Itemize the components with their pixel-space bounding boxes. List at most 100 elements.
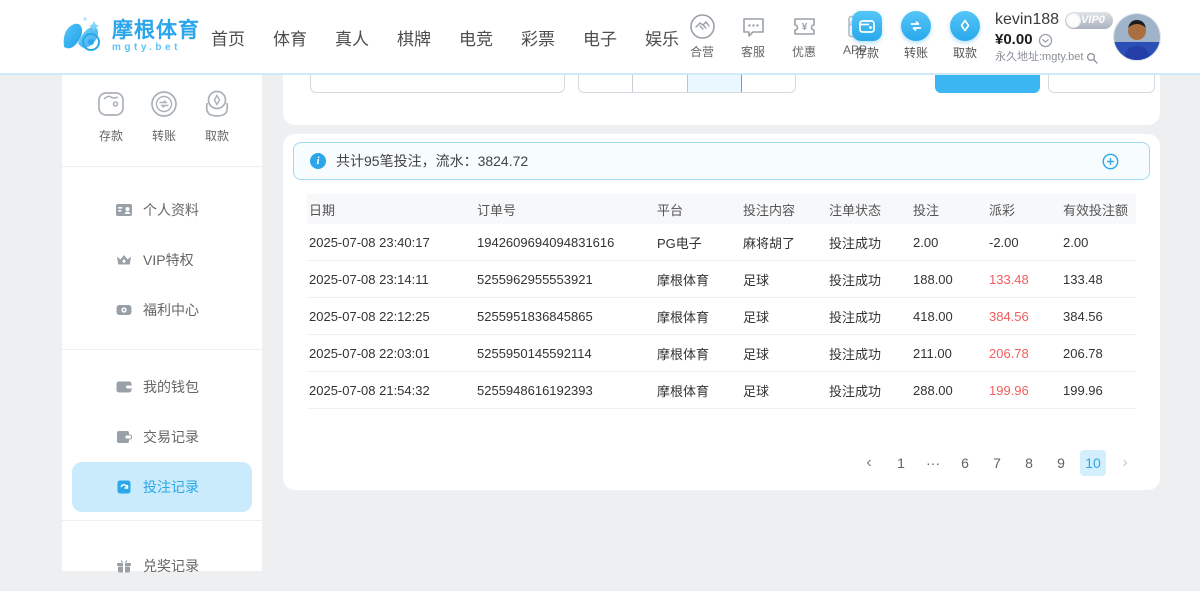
- promotions-link[interactable]: ¥ 优惠: [786, 13, 822, 60]
- cell-valid-bet: 384.56: [1061, 309, 1136, 324]
- sidebar-menu-item[interactable]: 个人资料: [62, 185, 262, 235]
- table-row[interactable]: 2025-07-08 22:03:01 5255950145592114 摩根体…: [307, 335, 1136, 372]
- bet-records-table: 日期 订单号 平台 投注内容 注单状态 投注 派彩 有效投注额 2025-07-…: [307, 194, 1136, 409]
- table-row[interactable]: 2025-07-08 21:54:32 5255948616192393 摩根体…: [307, 372, 1136, 409]
- cell-status: 投注成功: [827, 307, 911, 326]
- expand-plus-icon[interactable]: [1102, 153, 1119, 170]
- wallet-quick-actions: 存款 转账 取款: [850, 11, 982, 61]
- nav-item[interactable]: 电子: [583, 25, 617, 50]
- balance-amount: ¥0.00: [995, 31, 1033, 50]
- top-header: 摩根体育 mgty.bet 首页 体育 真人 棋牌 电竞 彩票 电子 娱乐 合营: [0, 0, 1200, 75]
- date-range-picker[interactable]: [578, 75, 796, 93]
- support-link[interactable]: 客服: [735, 13, 771, 60]
- page-number[interactable]: 6: [952, 450, 978, 476]
- svg-text:¥: ¥: [801, 22, 807, 33]
- cell-platform: 摩根体育: [655, 270, 741, 289]
- sidebar-menu-item[interactable]: 我的钱包: [62, 362, 262, 412]
- search-button[interactable]: [935, 75, 1040, 93]
- cell-payout: 199.96: [987, 383, 1061, 398]
- cell-content: 足球: [741, 344, 827, 363]
- cell-valid-bet: 206.78: [1061, 346, 1136, 361]
- page-number[interactable]: 1: [888, 450, 914, 476]
- date-segment[interactable]: [742, 75, 795, 92]
- column-header: 注单状态: [827, 200, 911, 219]
- transfer-button[interactable]: 转账: [899, 11, 933, 61]
- cell-bet: 418.00: [911, 309, 987, 324]
- cell-bet: 211.00: [911, 346, 987, 361]
- sidebar-menu-item[interactable]: 福利中心: [62, 285, 262, 335]
- cell-content: 麻将胡了: [741, 233, 827, 252]
- column-header: 日期: [307, 200, 475, 219]
- nav-item[interactable]: 首页: [211, 25, 245, 50]
- cell-valid-bet: 133.48: [1061, 272, 1136, 287]
- sidebar: 存款 转账 取款 个人资料 VIP特权: [62, 75, 262, 571]
- main-nav: 首页 体育 真人 棋牌 电竞 彩票 电子 娱乐: [211, 0, 679, 75]
- column-header: 订单号: [475, 200, 655, 219]
- nav-item[interactable]: 彩票: [521, 25, 555, 50]
- cell-bet: 2.00: [911, 235, 987, 250]
- cardwallet-icon: [115, 428, 133, 446]
- sidebar-quick-actions: 存款 转账 取款: [62, 75, 262, 144]
- utility-icons: 合营 客服 ¥ 优惠 APP APP: [684, 13, 873, 60]
- reset-button[interactable]: [1048, 75, 1155, 93]
- sidebar-menu-item[interactable]: 投注记录: [72, 462, 252, 512]
- cell-bet: 188.00: [911, 272, 987, 287]
- cell-platform: 摩根体育: [655, 381, 741, 400]
- bet-records-panel: i 共计95笔投注，流水：3824.72 日期 订单号 平台 投注内容 注单状态…: [283, 134, 1160, 490]
- refresh-balance-icon[interactable]: [1038, 33, 1053, 48]
- table-row[interactable]: 2025-07-08 23:40:17 1942609694094831616 …: [307, 224, 1136, 261]
- page-number[interactable]: ···: [920, 450, 946, 476]
- cell-date: 2025-07-08 23:14:11: [307, 272, 475, 287]
- cell-date: 2025-07-08 22:12:25: [307, 309, 475, 324]
- cell-order-no: 5255962955553921: [475, 272, 655, 287]
- sidebar-deposit-button[interactable]: 存款: [94, 87, 128, 144]
- page-number[interactable]: 8: [1016, 450, 1042, 476]
- cell-bet: 288.00: [911, 383, 987, 398]
- page-number[interactable]: 10: [1080, 450, 1106, 476]
- page-number[interactable]: 7: [984, 450, 1010, 476]
- username[interactable]: kevin188: [995, 10, 1059, 30]
- cell-date: 2025-07-08 21:54:32: [307, 383, 475, 398]
- cell-payout: -2.00: [987, 235, 1061, 250]
- brand-logo[interactable]: 摩根体育 mgty.bet: [58, 13, 200, 59]
- cell-date: 2025-07-08 23:40:17: [307, 235, 475, 250]
- filter-bar: [283, 75, 1160, 125]
- column-header: 派彩: [987, 200, 1061, 219]
- sidebar-withdraw-button[interactable]: 取款: [200, 87, 234, 144]
- filter-select-input[interactable]: [310, 75, 565, 93]
- page-number[interactable]: 9: [1048, 450, 1074, 476]
- avatar[interactable]: [1113, 13, 1161, 61]
- nav-item[interactable]: 娱乐: [645, 25, 679, 50]
- table-row[interactable]: 2025-07-08 22:12:25 5255951836845865 摩根体…: [307, 298, 1136, 335]
- deposit-button[interactable]: 存款: [850, 11, 884, 61]
- column-header: 有效投注额: [1061, 200, 1136, 219]
- cell-status: 投注成功: [827, 270, 911, 289]
- sidebar-menu-group-3: 兑奖记录: [62, 521, 262, 591]
- nav-item[interactable]: 真人: [335, 25, 369, 50]
- next-page-icon[interactable]: ›: [1112, 450, 1138, 476]
- date-segment[interactable]: [633, 75, 687, 92]
- sidebar-menu-item[interactable]: 兑奖记录: [62, 541, 262, 591]
- summary-text: 共计95笔投注，流水：3824.72: [336, 151, 1092, 171]
- coupon-icon: ¥: [791, 13, 818, 40]
- nav-item[interactable]: 体育: [273, 25, 307, 50]
- vip-level-badge[interactable]: VIP0: [1065, 12, 1113, 29]
- cell-content: 足球: [741, 381, 827, 400]
- coin-icon: [115, 301, 133, 319]
- user-info: kevin188 VIP0 ¥0.00 永久地址:mgty.bet: [995, 10, 1113, 65]
- magnifier-icon[interactable]: [1086, 52, 1098, 64]
- date-segment-selected[interactable]: [688, 75, 742, 92]
- cell-payout: 133.48: [987, 272, 1061, 287]
- withdraw-button[interactable]: 取款: [948, 11, 982, 61]
- nav-item[interactable]: 电竞: [459, 25, 493, 50]
- partner-link[interactable]: 合营: [684, 13, 720, 60]
- cell-order-no: 1942609694094831616: [475, 235, 655, 250]
- table-row[interactable]: 2025-07-08 23:14:11 5255962955553921 摩根体…: [307, 261, 1136, 298]
- sidebar-menu-item[interactable]: VIP特权: [62, 235, 262, 285]
- handshake-icon: [689, 13, 716, 40]
- date-segment[interactable]: [579, 75, 633, 92]
- nav-item[interactable]: 棋牌: [397, 25, 431, 50]
- sidebar-menu-item[interactable]: 交易记录: [62, 412, 262, 462]
- prev-page-icon[interactable]: ‹: [856, 450, 882, 476]
- sidebar-transfer-button[interactable]: 转账: [147, 87, 181, 144]
